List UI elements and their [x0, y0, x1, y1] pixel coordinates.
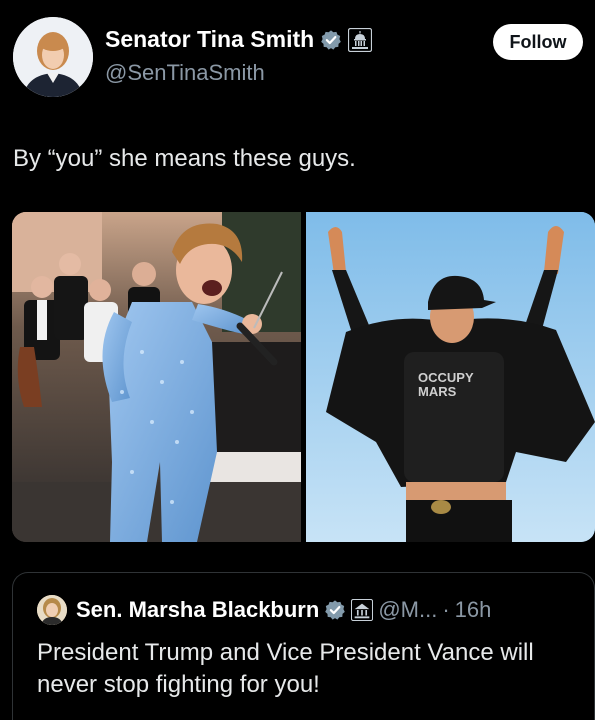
verified-badge-icon — [324, 599, 346, 621]
author-avatar[interactable] — [13, 17, 93, 97]
quoted-author-handle[interactable]: @M... — [378, 597, 437, 623]
follow-button[interactable]: Follow — [493, 24, 583, 60]
quoted-tweet-time[interactable]: 16h — [455, 597, 492, 623]
photo-singer[interactable] — [12, 212, 301, 542]
shirt-text-line1: OCCUPY — [418, 370, 474, 385]
quoted-author-avatar[interactable] — [37, 595, 67, 625]
author-display-name[interactable]: Senator Tina Smith — [105, 26, 314, 53]
meta-separator: · — [442, 597, 450, 622]
quoted-tweet[interactable]: Sen. Marsha Blackburn @M... · 16h Presid… — [12, 572, 595, 720]
tweet-text: By “you” she means these guys. — [13, 145, 356, 172]
government-building-icon — [351, 599, 374, 621]
government-building-icon — [348, 27, 373, 52]
tweet-header: Senator Tina Smith @SenTinaSmith Follow — [0, 0, 595, 110]
quoted-tweet-text: President Trump and Vice President Vance… — [37, 639, 534, 698]
media-grid: OCCUPY MARS — [12, 212, 595, 542]
verified-badge-icon — [320, 29, 342, 51]
photo-jumping-man[interactable]: OCCUPY MARS — [306, 212, 595, 542]
author-handle[interactable]: @SenTinaSmith — [105, 60, 265, 86]
quoted-author-display-name[interactable]: Sen. Marsha Blackburn — [76, 597, 319, 623]
shirt-text-line2: MARS — [418, 384, 457, 399]
